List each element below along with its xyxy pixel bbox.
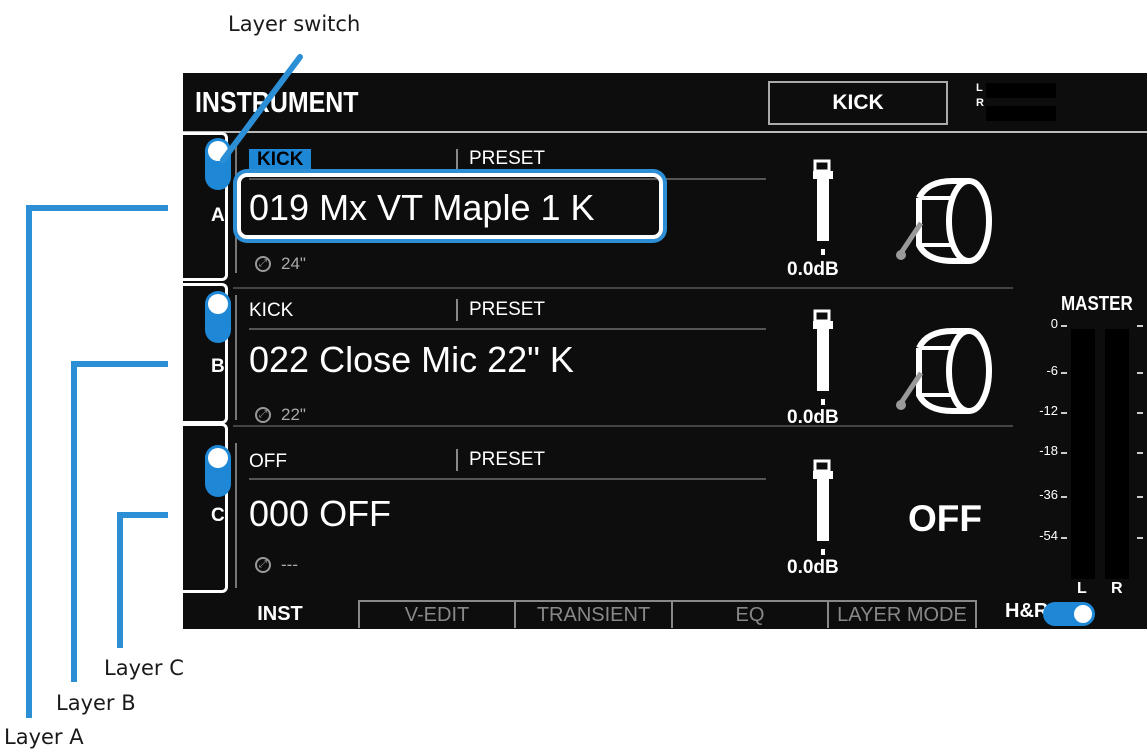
meter-tick-dash [1061, 412, 1067, 414]
layer-c-size: --- [281, 555, 298, 574]
meter-tick-dash [1137, 372, 1143, 374]
layer-c-fader[interactable] [813, 459, 833, 559]
meter-tick-dash [1137, 537, 1143, 539]
layer-c-preset-label: PRESET [469, 449, 546, 470]
size-icon: ⤢ [255, 256, 271, 272]
header-meter-l [986, 83, 1056, 98]
layer-b-fader[interactable] [813, 309, 833, 409]
tab-v-edit[interactable]: V-EDIT [358, 600, 514, 628]
callout-layer-c: Layer C [104, 656, 184, 680]
page-title: INSTRUMENT [195, 87, 359, 119]
meter-tick-dash [1061, 372, 1067, 374]
layer-c-off-status: OFF [908, 498, 982, 539]
preset-divider [456, 149, 458, 171]
meter-tick-dash [1137, 325, 1143, 327]
master-tick: -18 [1039, 443, 1058, 458]
preset-divider [456, 299, 458, 321]
layer-a-switch[interactable] [205, 138, 231, 190]
layer-separator [233, 425, 1013, 427]
tab-bar: INST V-EDIT TRANSIENT EQ LAYER MODE [183, 598, 1147, 629]
meter-tick-dash [1061, 452, 1067, 454]
meter-l-label: L [976, 82, 983, 94]
layer-a-level: 0.0dB [787, 259, 839, 280]
layer-c-pointer [117, 512, 168, 648]
callout-layer-a: Layer A [4, 725, 84, 749]
layer-a-letter: A [211, 205, 225, 226]
layer-c-rule [249, 478, 766, 480]
tab-inst[interactable]: INST [205, 600, 355, 628]
master-tick: -36 [1039, 487, 1058, 502]
layer-b-preset-name[interactable]: 022 Close Mic 22" K [249, 339, 574, 381]
toggle-knob [1074, 605, 1092, 623]
switch-knob [208, 448, 228, 468]
layer-c-preset-name[interactable]: 000 OFF [249, 493, 391, 535]
layer-b-letter: B [211, 356, 225, 377]
layer-a-preset-label: PRESET [469, 148, 546, 169]
hr-toggle[interactable] [1043, 602, 1095, 626]
layer-b-size: 22" [281, 405, 306, 424]
layer-b-switch[interactable] [205, 291, 231, 343]
tab-layer-mode[interactable]: LAYER MODE [827, 600, 977, 628]
instrument-name-box[interactable]: KICK [768, 81, 948, 125]
master-meter-l [1071, 329, 1095, 579]
layer-a-preset-name[interactable]: 019 Mx VT Maple 1 K [249, 187, 595, 229]
callout-layer-switch: Layer switch [228, 12, 361, 36]
master-tick: 0 [1050, 316, 1058, 331]
master-tick: -6 [1046, 363, 1058, 378]
layer-c-level: 0.0dB [787, 557, 839, 578]
meter-tick-dash [1137, 412, 1143, 414]
layer-b-divider [235, 295, 237, 420]
hr-label: H&R [1005, 600, 1049, 622]
kick-drum-icon [891, 173, 996, 268]
size-icon: ⤢ [255, 557, 271, 573]
layer-separator [233, 287, 1013, 289]
meter-tick-dash [1061, 325, 1067, 327]
meter-tick-dash [1061, 537, 1067, 539]
layer-b-pointer [71, 361, 168, 682]
header-divider [183, 131, 1147, 133]
layer-a-category[interactable]: KICK [249, 149, 312, 171]
meter-r-label: R [976, 97, 984, 109]
meter-tick-dash [1137, 496, 1143, 498]
layer-b-category[interactable]: KICK [249, 300, 293, 322]
meter-tick-dash [1137, 452, 1143, 454]
layer-c-letter: C [211, 505, 225, 526]
header-meter-r [986, 106, 1056, 121]
switch-knob [208, 141, 228, 161]
preset-divider [456, 449, 458, 471]
master-r-label: R [1111, 580, 1123, 597]
layer-c-divider [235, 443, 237, 588]
master-tick: -12 [1039, 403, 1058, 418]
layer-a-pointer [26, 205, 168, 718]
master-l-label: L [1077, 580, 1087, 597]
meter-tick-dash [1061, 496, 1067, 498]
layer-b-preset-label: PRESET [469, 299, 546, 320]
layer-b-rule [249, 328, 766, 330]
layer-c-switch[interactable] [205, 445, 231, 497]
switch-knob [208, 294, 228, 314]
layer-a-size: 24" [281, 254, 306, 273]
master-meter-r [1105, 329, 1129, 579]
layer-c-category[interactable]: OFF [249, 451, 287, 473]
size-icon: ⤢ [255, 407, 271, 423]
layer-a-fader[interactable] [813, 159, 833, 259]
master-tick: -54 [1039, 528, 1058, 543]
master-title: MASTER [1061, 293, 1133, 315]
callout-layer-b: Layer B [56, 691, 136, 715]
instrument-screen: INSTRUMENT KICK L R A KICK PRESET 019 Mx… [183, 73, 1147, 629]
tab-eq[interactable]: EQ [671, 600, 827, 628]
tab-transient[interactable]: TRANSIENT [514, 600, 671, 628]
kick-drum-icon [891, 323, 996, 418]
